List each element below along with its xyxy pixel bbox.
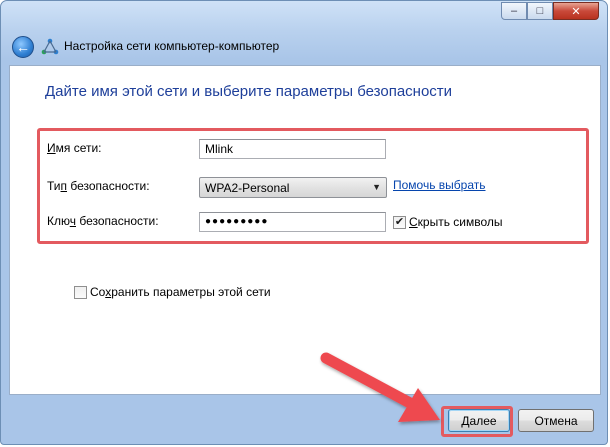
cancel-button[interactable]: Отмена <box>518 409 594 432</box>
page-heading: Дайте имя этой сети и выберите параметры… <box>45 83 453 100</box>
back-button[interactable]: ← <box>12 36 34 58</box>
window-title: Настройка сети компьютер-компьютер <box>64 39 280 53</box>
security-type-value: WPA2-Personal <box>205 181 290 195</box>
window-controls: – □ ✕ <box>501 2 599 20</box>
help-choose-link[interactable]: Помочь выбрать <box>393 178 486 192</box>
security-type-label: Тип безопасности: <box>47 179 150 193</box>
title-bar: – □ ✕ ← Настройка сети компьютер-компьют… <box>1 1 607 65</box>
button-bar: Далее Отмена <box>1 395 607 444</box>
hide-characters-checkbox[interactable]: ✔ <box>393 216 406 229</box>
network-icon <box>41 38 59 55</box>
security-type-select[interactable]: WPA2-Personal ▼ <box>199 177 387 198</box>
next-highlight-box <box>441 406 513 437</box>
maximize-button[interactable]: □ <box>527 2 553 20</box>
network-name-input[interactable]: Mlink <box>199 139 386 159</box>
pointer-arrow-icon <box>320 352 440 422</box>
back-arrow-icon: ← <box>16 39 30 55</box>
close-button[interactable]: ✕ <box>553 2 599 20</box>
minimize-button[interactable]: – <box>501 2 527 20</box>
content-panel: Дайте имя этой сети и выберите параметры… <box>9 65 601 395</box>
chevron-down-icon: ▼ <box>372 182 381 192</box>
security-key-label: Ключ безопасности: <box>47 214 159 228</box>
network-name-label: Имя сети: <box>47 141 102 155</box>
save-settings-label: Сохранить параметры этой сети <box>90 285 271 299</box>
save-settings-checkbox[interactable] <box>74 286 87 299</box>
hide-characters-label: Скрыть символы <box>409 215 503 229</box>
dialog-window: – □ ✕ ← Настройка сети компьютер-компьют… <box>0 0 608 445</box>
security-key-input[interactable]: ●●●●●●●●● <box>199 212 386 232</box>
